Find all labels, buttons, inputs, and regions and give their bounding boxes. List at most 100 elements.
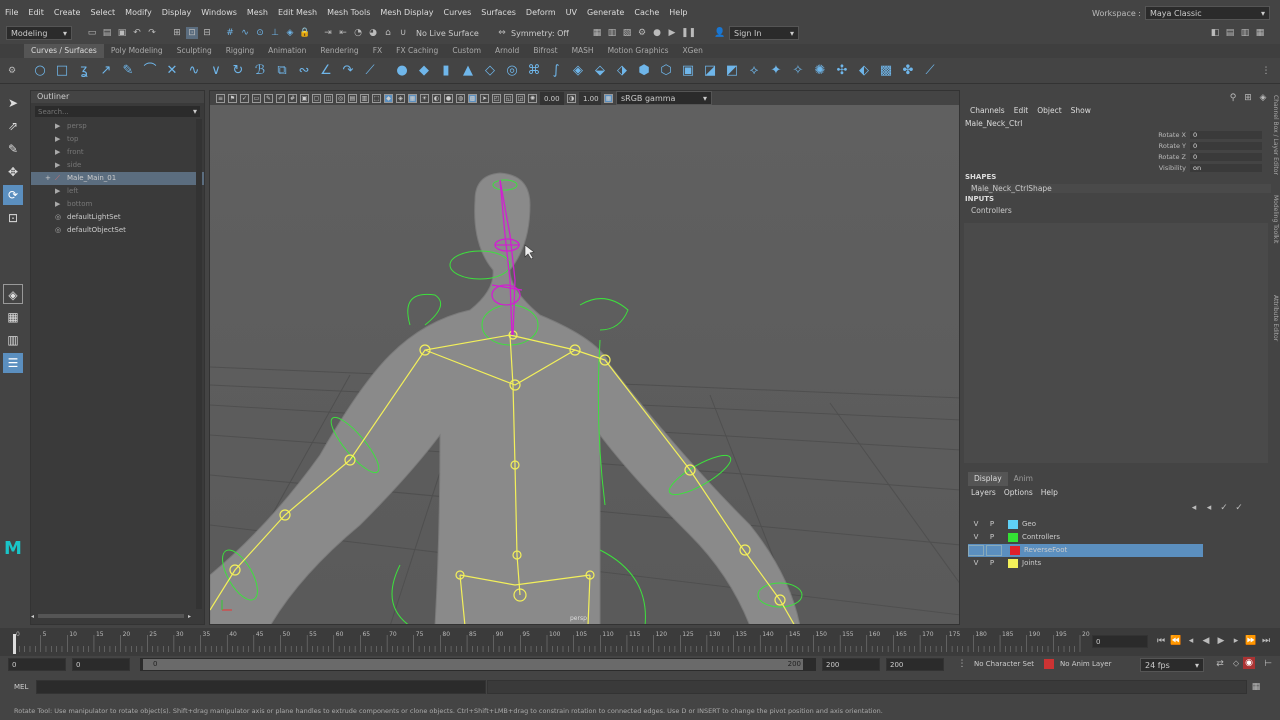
render-icon[interactable]: ▥ — [606, 27, 618, 39]
curve-edit-icon[interactable]: ∨ — [207, 62, 225, 80]
extend-curve-icon[interactable]: ⟋ — [361, 62, 379, 80]
untrim-icon[interactable]: ◩ — [723, 62, 741, 80]
nurbs-circle-icon[interactable]: ○ — [31, 62, 49, 80]
channelbox-menu-edit[interactable]: Edit — [1014, 106, 1029, 115]
render-frame-icon[interactable]: ▦ — [591, 27, 603, 39]
lasso-tool-icon[interactable]: ⇗ — [3, 116, 23, 136]
snap-view-icon[interactable]: ⊥ — [269, 27, 281, 39]
layer-visibility-toggle[interactable]: V — [968, 518, 984, 531]
menu-file[interactable]: File — [5, 8, 18, 17]
channel-value[interactable]: 0 — [1190, 141, 1262, 150]
layer-row[interactable]: V P Controllers — [968, 531, 1203, 544]
shelf-tab-bifrost[interactable]: Bifrost — [526, 44, 564, 58]
curve-tool-icon[interactable]: ∿ — [185, 62, 203, 80]
shelf-tab-poly-modeling[interactable]: Poly Modeling — [104, 44, 170, 58]
motion-blur-icon[interactable]: ◍ — [456, 93, 465, 103]
textured-icon[interactable]: ▦ — [408, 93, 417, 103]
construction-icon[interactable]: ◕ — [367, 27, 379, 39]
rebuild-curve-icon[interactable]: ⧉ — [273, 62, 291, 80]
bezier-curve-icon[interactable]: ⌒ — [141, 62, 159, 80]
auto-key-icon[interactable]: ◉ — [1243, 657, 1255, 669]
render-settings-icon[interactable]: ⚙ — [636, 27, 648, 39]
channel-row[interactable]: Rotate Y 0 — [1142, 140, 1262, 151]
gamma-icon[interactable]: ◑ — [567, 93, 576, 103]
anim-layer-label[interactable]: No Anim Layer — [1060, 660, 1111, 668]
layer-tab-anim[interactable]: Anim — [1008, 472, 1039, 486]
keys-icon[interactable]: ⬦ — [1230, 658, 1242, 670]
menu-mesh-display[interactable]: Mesh Display — [380, 8, 433, 17]
channelbox-menu-channels[interactable]: Channels — [970, 106, 1005, 115]
symmetry-label[interactable]: Symmetry: Off — [511, 29, 591, 38]
pause-icon[interactable]: ❚❚ — [681, 27, 696, 39]
outliner-vscroll[interactable] — [196, 119, 202, 609]
channelbox-icon-2[interactable]: ⊞ — [1242, 92, 1254, 104]
nurbs-square-icon[interactable]: □ — [53, 62, 71, 80]
intersect-icon[interactable]: ✤ — [899, 62, 917, 80]
sculpt-icon[interactable]: ✦ — [767, 62, 785, 80]
outliner-item[interactable]: + ⟋ Male_Main_01 — [31, 172, 204, 185]
shelf-tab-fx[interactable]: FX — [366, 44, 389, 58]
channel-row[interactable]: Visibility on — [1142, 162, 1262, 173]
2d-pan-icon[interactable]: ✎ — [264, 93, 273, 103]
layer-menu-layers[interactable]: Layers — [971, 488, 996, 497]
shelf-tab-curves-surfaces[interactable]: Curves / Surfaces — [24, 44, 104, 58]
command-language[interactable]: MEL — [14, 683, 28, 691]
step-back-key-icon[interactable]: ⏪ — [1170, 635, 1182, 647]
toggle-channelbox-icon[interactable]: ▦ — [1254, 27, 1266, 39]
select-hierarchy-icon[interactable]: ⊞ — [171, 27, 183, 39]
shelf-tab-mash[interactable]: MASH — [565, 44, 601, 58]
exposure-icon[interactable]: ✺ — [528, 93, 537, 103]
bookmark-icon[interactable]: ✓ — [240, 93, 249, 103]
toggle-sidebar-icon[interactable]: ◧ — [1209, 27, 1221, 39]
move-layer-up-icon[interactable]: ◂ — [1188, 502, 1200, 514]
menu-mesh[interactable]: Mesh — [247, 8, 268, 17]
exposure-field[interactable]: 0.00 — [540, 91, 564, 105]
ipr-icon[interactable]: ▧ — [621, 27, 633, 39]
layer-visibility-toggle[interactable]: V — [968, 531, 984, 544]
character-set-label[interactable]: No Character Set — [974, 660, 1034, 668]
undo-icon[interactable]: ↶ — [131, 27, 143, 39]
shelf-tab-custom[interactable]: Custom — [445, 44, 488, 58]
snap-surface-icon[interactable]: ◈ — [284, 27, 296, 39]
nurbs-cylinder-icon[interactable]: ▮ — [437, 62, 455, 80]
wireframe-icon[interactable]: ⬚ — [372, 93, 381, 103]
menu-display[interactable]: Display — [162, 8, 192, 17]
menu-cache[interactable]: Cache — [634, 8, 659, 17]
shelf-tab-arnold[interactable]: Arnold — [488, 44, 526, 58]
channel-value[interactable]: on — [1190, 163, 1262, 172]
wireframe-on-shaded-icon[interactable]: ◈ — [396, 93, 405, 103]
outliner-item[interactable]: ▶ front — [31, 146, 204, 159]
command-input[interactable] — [36, 680, 486, 694]
step-forward-key-icon[interactable]: ⏩ — [1245, 635, 1257, 647]
move-layer-down-icon[interactable]: ◂ — [1203, 502, 1215, 514]
detach-curve-icon[interactable]: ℬ — [251, 62, 269, 80]
cv-curve-icon[interactable]: ʓ — [75, 62, 93, 80]
go-to-end-icon[interactable]: ⏭ — [1260, 635, 1272, 647]
side-tab[interactable]: Channel Box / Layer Editor — [1272, 95, 1279, 195]
revolve-icon[interactable]: ⌘ — [525, 62, 543, 80]
nurbs-cone-icon[interactable]: ▲ — [459, 62, 477, 80]
step-back-frame-icon[interactable]: ◂ — [1185, 635, 1197, 647]
stitch-icon[interactable]: ⟡ — [745, 62, 763, 80]
last-tool-icon[interactable]: ◈ — [3, 284, 23, 304]
shelf-tab-xgen[interactable]: XGen — [676, 44, 710, 58]
menu-create[interactable]: Create — [54, 8, 81, 17]
rebuild-surface-icon[interactable]: ⬖ — [855, 62, 873, 80]
channel-value[interactable]: 0 — [1190, 130, 1262, 139]
chevron-down-icon[interactable]: ▾ — [193, 107, 197, 116]
outliner-hscroll[interactable]: ◂ ▸ — [31, 612, 191, 620]
channel-value[interactable]: 0 — [1190, 152, 1262, 161]
move-tool-icon[interactable]: ✥ — [3, 162, 23, 182]
xray-active-icon[interactable]: ◲ — [516, 93, 525, 103]
shape-name[interactable]: Male_Neck_CtrlShape — [971, 184, 1271, 193]
snap-curve-icon[interactable]: ∿ — [239, 27, 251, 39]
toggle-toolbox-icon[interactable]: ▥ — [1239, 27, 1251, 39]
menu-modify[interactable]: Modify — [125, 8, 152, 17]
square-surface-icon[interactable]: ▣ — [679, 62, 697, 80]
animation-start-field[interactable]: 0 — [8, 658, 66, 671]
rotate-tool-icon[interactable]: ⟳ — [3, 185, 23, 205]
layer-color-swatch[interactable] — [1008, 520, 1018, 529]
layer-playback-toggle[interactable] — [986, 545, 1002, 556]
layer-menu-help[interactable]: Help — [1041, 488, 1058, 497]
layer-menu-options[interactable]: Options — [1004, 488, 1033, 497]
